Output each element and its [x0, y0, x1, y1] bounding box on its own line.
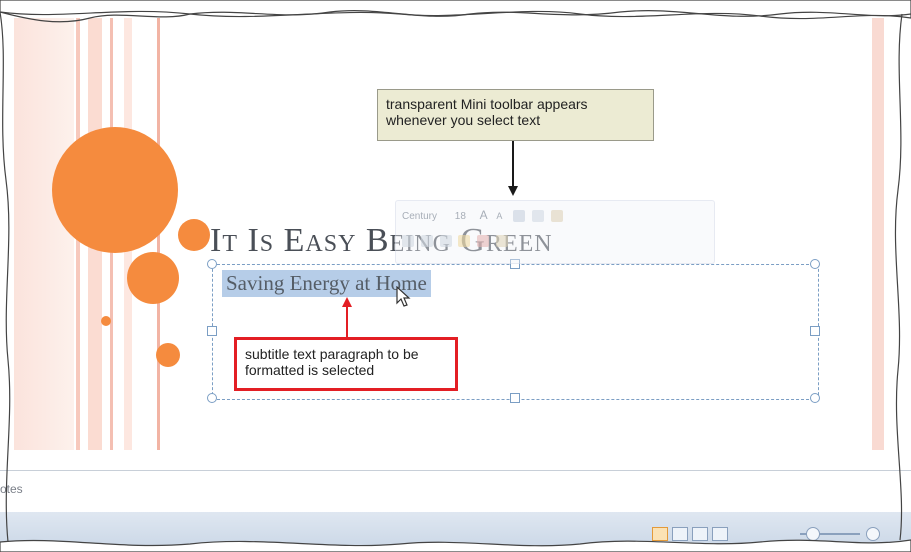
screenshot-canvas: It Is Easy Being Green Saving Energy at …: [0, 0, 911, 552]
torn-paper-edge: [0, 0, 911, 552]
